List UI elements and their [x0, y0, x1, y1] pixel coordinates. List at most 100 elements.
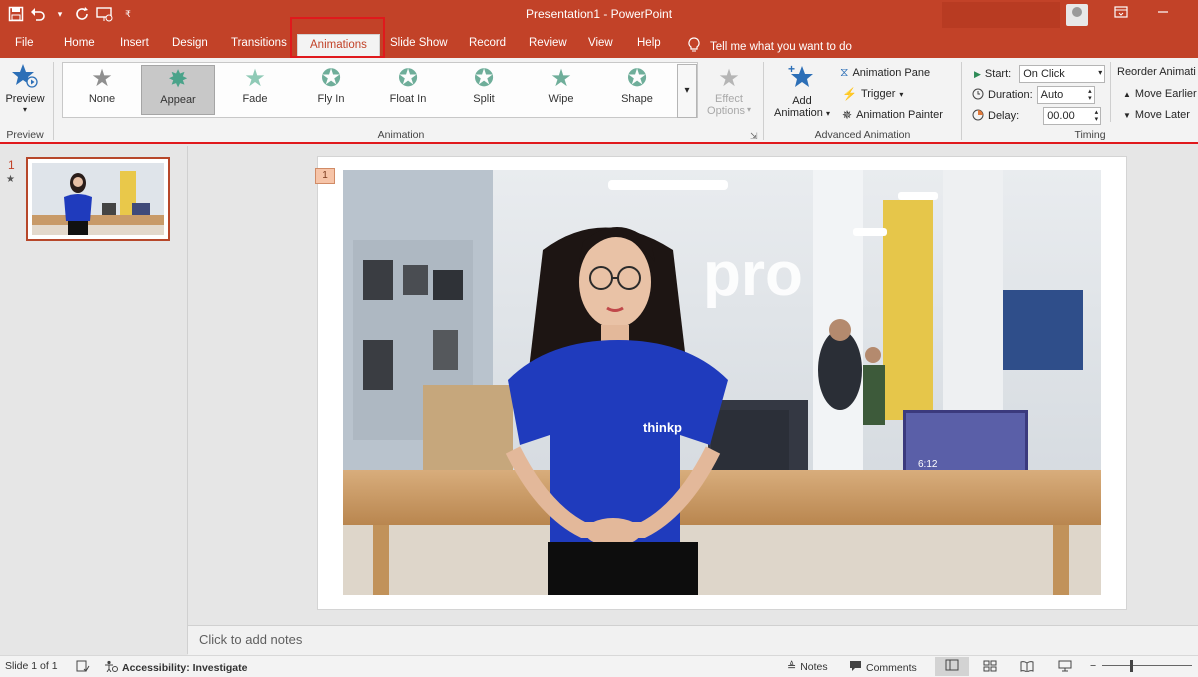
preview-group-label: Preview	[6, 129, 44, 141]
chevron-down-icon: ▾	[899, 89, 904, 99]
notes-toggle-button[interactable]: ≜ Notes	[787, 660, 828, 674]
group-divider	[763, 62, 764, 140]
advanced-animation-group-label: Advanced Animation	[814, 129, 911, 141]
animation-label: None	[88, 93, 116, 105]
clock-icon	[972, 88, 984, 103]
appear-burst-star-icon: ✸	[167, 66, 189, 93]
notes-icon: ≜	[787, 661, 797, 673]
store-photo-illustration: pro 6:12 thinkp	[343, 170, 1101, 595]
start-select[interactable]: On Click ▾	[1019, 65, 1106, 83]
preview-button[interactable]: Preview ▾	[4, 62, 46, 122]
start-value: On Click	[1023, 68, 1065, 80]
spelling-icon[interactable]	[76, 660, 90, 672]
tab-slide-show[interactable]: Slide Show	[390, 37, 448, 49]
tab-record[interactable]: Record	[469, 37, 506, 49]
tab-home[interactable]: Home	[64, 37, 95, 49]
animation-painter-label: Animation Painter	[856, 109, 943, 121]
reorder-animation-label: Reorder Animati	[1117, 66, 1196, 78]
start-label: Start:	[984, 68, 1012, 80]
effect-options-label-text: Options	[707, 105, 745, 117]
ribbon-tabs: File Home Insert Design Transitions Anim…	[0, 30, 1198, 58]
add-animation-label-text: Animation	[774, 107, 823, 119]
effect-options-label-1: Effect	[715, 93, 743, 105]
delay-spinner[interactable]: 00.00 ▴ ▾	[1043, 107, 1102, 125]
animation-painter-button[interactable]: ✵ Animation Painter	[842, 108, 943, 122]
tab-view[interactable]: View	[588, 37, 613, 49]
add-animation-label-2: Animation ▾	[770, 107, 834, 119]
comments-button[interactable]: Comments	[849, 660, 917, 675]
animation-fly-in[interactable]: ✪ Fly In	[294, 65, 368, 115]
dialog-launcher-icon[interactable]: ⇲	[750, 131, 758, 142]
animation-none[interactable]: ★ None	[65, 65, 139, 115]
animation-shape[interactable]: ✪ Shape	[600, 65, 674, 115]
animation-appear[interactable]: ✸ Appear	[141, 65, 215, 115]
accessibility-status[interactable]: Accessibility: Investigate	[104, 660, 247, 675]
star-icon: ★	[550, 65, 572, 92]
notes-pane[interactable]: Click to add notes	[188, 625, 1198, 655]
comment-icon	[849, 660, 862, 675]
animation-pane-button[interactable]: ⧖ Animation Pane	[840, 65, 930, 80]
reading-view-icon	[1020, 660, 1034, 675]
delay-label: Delay:	[988, 110, 1020, 122]
tab-file[interactable]: File	[15, 37, 34, 49]
group-divider	[1110, 62, 1111, 122]
slide-counter: Slide 1 of 1	[5, 660, 58, 672]
move-later-label: Move Later	[1134, 109, 1190, 121]
spinner-icon: ▴ ▾	[1094, 109, 1099, 123]
animation-label: Fade	[242, 93, 268, 105]
animation-label: Fly In	[317, 93, 345, 105]
move-later-button[interactable]: ▼ Move Later	[1123, 109, 1190, 121]
tab-design[interactable]: Design	[172, 37, 208, 49]
zoom-slider[interactable]	[1102, 665, 1192, 666]
avatar[interactable]	[1066, 4, 1088, 26]
slide-show-button[interactable]	[1058, 660, 1072, 675]
zoom-slider-thumb[interactable]	[1130, 660, 1133, 672]
start-row: ▶ Start: On Click ▾	[974, 65, 1106, 83]
tab-help[interactable]: Help	[637, 37, 661, 49]
minimize-icon[interactable]	[1157, 6, 1169, 21]
status-bar: Slide 1 of 1 Accessibility: Investigate …	[0, 655, 1198, 677]
reading-view-button[interactable]	[1020, 660, 1034, 675]
animation-pane-icon: ⧖	[840, 65, 849, 79]
trigger-button[interactable]: ⚡ Trigger ▾	[842, 87, 903, 101]
move-earlier-label: Move Earlier	[1134, 88, 1197, 100]
slide-picture[interactable]: pro 6:12 thinkp	[343, 170, 1101, 595]
tell-me-placeholder: Tell me what you want to do	[710, 40, 852, 53]
slide-number: 1	[8, 158, 15, 172]
animation-order-tag[interactable]: 1	[315, 168, 335, 184]
accessibility-icon	[104, 660, 118, 675]
ribbon-display-options-icon[interactable]	[1114, 6, 1128, 21]
triangle-down-icon: ▼	[1123, 110, 1131, 120]
star-icon: ★	[244, 65, 266, 92]
svg-text:+: +	[788, 62, 795, 76]
normal-view-button[interactable]	[935, 657, 969, 676]
trigger-label: Trigger	[860, 88, 896, 100]
triangle-up-icon: ▲	[1123, 89, 1131, 99]
duration-label: Duration:	[988, 89, 1033, 101]
animation-float-in[interactable]: ✪ Float In	[371, 65, 445, 115]
effect-options-button[interactable]: ★ Effect Options ▾	[702, 64, 756, 117]
move-earlier-button[interactable]: ▲ Move Earlier	[1123, 88, 1197, 100]
tab-animations[interactable]: Animations	[297, 34, 380, 58]
tell-me-search[interactable]: Tell me what you want to do	[688, 37, 852, 56]
chevron-down-icon: ▾	[746, 105, 751, 114]
preview-dropdown-icon[interactable]: ▾	[4, 105, 46, 114]
add-animation-button[interactable]: + Add Animation ▾	[770, 62, 834, 119]
duration-spinner[interactable]: Auto ▴ ▾	[1036, 86, 1095, 104]
effect-options-label-2: Options ▾	[702, 105, 756, 117]
tab-review[interactable]: Review	[529, 37, 567, 49]
shape-star-icon: ✪	[626, 65, 648, 92]
slide-sorter-button[interactable]	[983, 660, 997, 675]
delay-value: 00.00	[1047, 110, 1075, 122]
animation-wipe[interactable]: ★ Wipe	[524, 65, 598, 115]
tab-insert[interactable]: Insert	[120, 37, 149, 49]
slide-thumbnail[interactable]	[26, 157, 170, 241]
animation-fade[interactable]: ★ Fade	[218, 65, 292, 115]
group-divider	[53, 62, 54, 140]
account-name-area[interactable]	[942, 2, 1060, 28]
animation-split[interactable]: ✪ Split	[447, 65, 521, 115]
gallery-more-button[interactable]: ▾	[677, 64, 697, 118]
accessibility-label: Accessibility: Investigate	[122, 661, 248, 674]
tab-transitions[interactable]: Transitions	[231, 37, 287, 49]
zoom-out-button[interactable]: −	[1090, 660, 1096, 672]
